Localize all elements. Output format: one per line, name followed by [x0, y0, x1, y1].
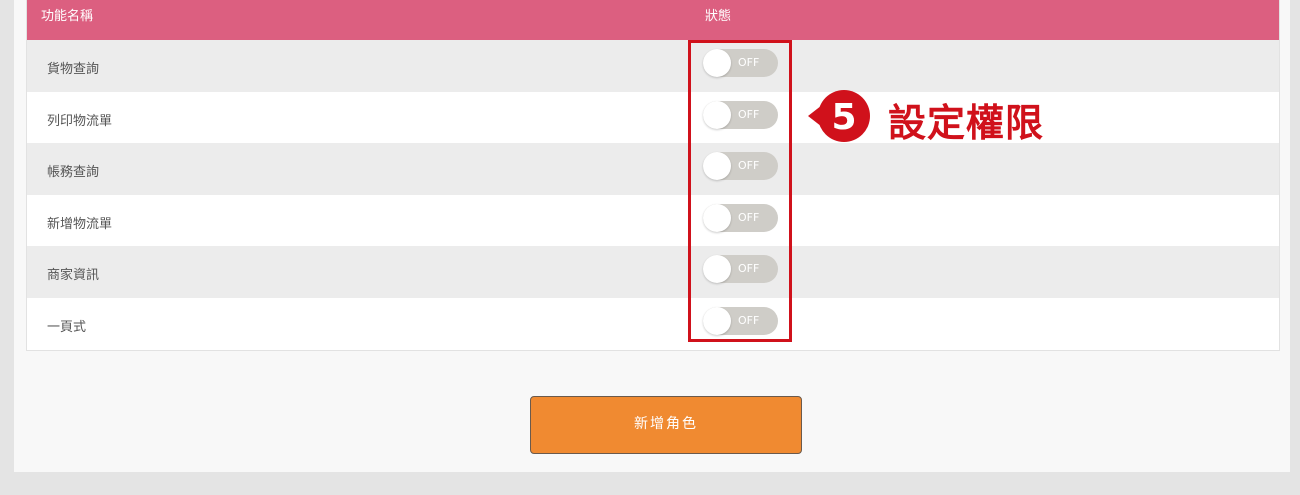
function-name: 商家資訊	[47, 268, 100, 284]
toggle-label: OFF	[738, 210, 760, 224]
table-row: 帳務查詢 OFF	[27, 143, 1279, 195]
add-role-button[interactable]: 新增角色	[530, 396, 802, 454]
table-row: 新增物流單 OFF	[27, 194, 1279, 247]
toggle-label: OFF	[738, 262, 760, 276]
status-toggle[interactable]: OFF	[703, 49, 778, 77]
column-header-status: 狀態	[705, 9, 732, 24]
toggle-label: OFF	[738, 159, 760, 173]
toggle-knob	[703, 49, 731, 77]
status-toggle[interactable]: OFF	[703, 203, 778, 232]
table-header: 功能名稱 狀態	[27, 0, 1279, 40]
permissions-table: 功能名稱 狀態 貨物查詢 OFF 列印物流單 OFF 帳務查詢 OFF 新增物流…	[26, 0, 1280, 351]
toggle-knob	[703, 306, 731, 335]
function-name: 新增物流單	[47, 216, 113, 232]
toggle-knob	[703, 100, 731, 129]
toggle-knob	[703, 203, 731, 232]
table-row: 一頁式 OFF	[27, 297, 1279, 350]
function-name: 列印物流單	[47, 113, 113, 129]
toggle-label: OFF	[738, 313, 760, 327]
permissions-panel: 功能名稱 狀態 貨物查詢 OFF 列印物流單 OFF 帳務查詢 OFF 新增物流…	[14, 0, 1290, 472]
step-callout: 5 設定權限	[806, 88, 1106, 145]
toggle-label: OFF	[738, 107, 760, 121]
step-label: 設定權限	[888, 101, 1045, 145]
table-row: 貨物查詢 OFF	[27, 40, 1279, 92]
step-number: 5	[831, 97, 856, 138]
status-toggle[interactable]: OFF	[703, 152, 778, 181]
table-row: 商家資訊 OFF	[27, 246, 1279, 298]
toggle-knob	[703, 255, 731, 284]
function-name: 一頁式	[47, 319, 87, 335]
status-toggle[interactable]: OFF	[703, 255, 778, 284]
function-name: 帳務查詢	[47, 165, 100, 181]
status-toggle[interactable]: OFF	[703, 100, 778, 129]
function-name: 貨物查詢	[47, 62, 100, 77]
column-header-function-name: 功能名稱	[41, 9, 94, 24]
step-badge-icon: 5	[808, 90, 870, 142]
status-toggle[interactable]: OFF	[703, 306, 778, 335]
toggle-knob	[703, 152, 731, 181]
toggle-label: OFF	[738, 56, 760, 69]
